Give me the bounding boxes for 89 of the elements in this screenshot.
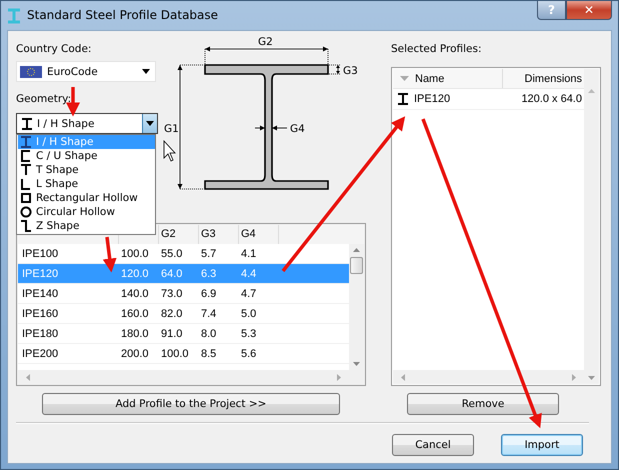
close-button[interactable]: ✕: [566, 1, 612, 20]
table-cell-text: 82.0: [160, 308, 184, 320]
window-title: Standard Steel Profile Database: [27, 8, 218, 22]
profile-name: IPE120: [414, 93, 452, 105]
table-cell-text: 100.0: [160, 348, 190, 360]
caret-icon: [146, 121, 154, 126]
table-cell-text: IPE200: [21, 348, 60, 360]
geometry-label: Geometry:: [16, 92, 72, 107]
country-code-dropdown[interactable]: EuroCode: [16, 61, 156, 82]
table-cell-text: 91.0: [160, 328, 184, 340]
vertical-scrollbar[interactable]: [584, 69, 599, 384]
table-cell-text: 100.0: [120, 248, 150, 260]
mouse-cursor-icon: [164, 140, 176, 162]
table-cell-text: 160.0: [120, 308, 150, 320]
table-cell-text: 8.0: [200, 328, 218, 340]
remove-button[interactable]: Remove: [407, 393, 559, 415]
sort-icon: [400, 76, 409, 81]
scroll-left-icon[interactable]: [401, 374, 405, 380]
tee-shape-icon: [20, 164, 32, 176]
horizontal-scrollbar[interactable]: [393, 370, 584, 384]
dimension-label: G2: [258, 36, 273, 48]
table-cell-text: 120.0: [120, 268, 150, 280]
scroll-right-icon[interactable]: [572, 374, 576, 380]
geometry-dropdown[interactable]: I / H Shape: [16, 113, 158, 134]
table-cell-text: 6.9: [200, 288, 218, 300]
web-dimension: [254, 126, 288, 130]
scroll-thumb[interactable]: [350, 257, 363, 274]
scroll-down-icon[interactable]: [588, 376, 595, 380]
dropdown-option[interactable]: Rectangular Hollow: [18, 191, 155, 205]
selected-profiles-label: Selected Profiles:: [391, 42, 482, 57]
table-cell-text: 4.7: [240, 288, 258, 300]
table-row[interactable]: IPE140 140.0 73.0 6.9 4.7: [18, 284, 349, 304]
table-cell-text: 180.0: [120, 328, 150, 340]
dimension-label: G1: [164, 123, 179, 135]
dimension-label: G4: [290, 123, 305, 135]
table-cell-text: 5.6: [240, 348, 258, 360]
ibeam-shape-icon: [20, 136, 32, 148]
dropdown-option[interactable]: L Shape: [18, 177, 155, 191]
profile-dimensions: 120.0 x 64.0: [521, 93, 583, 105]
table-cell-text: IPE180: [21, 328, 60, 340]
table-cell-text: 140.0: [120, 288, 150, 300]
annotation-arrow: [102, 236, 117, 272]
table-cell-text: 5.7: [200, 248, 218, 260]
dropdown-option[interactable]: Circular Hollow: [18, 205, 155, 219]
i-beam-icon: [21, 118, 33, 130]
table-cell-text: 5.3: [240, 328, 258, 340]
dropdown-option[interactable]: Z Shape: [18, 219, 155, 233]
country-code-label: Country Code:: [16, 42, 92, 57]
table-cell-text: 5.0: [240, 308, 258, 320]
thickness-dimension: [328, 64, 340, 74]
channel-shape-icon: [20, 150, 32, 162]
ibeam-shape-icon: [396, 93, 410, 105]
flag-icon: [20, 66, 42, 78]
table-row[interactable]: IPE200 200.0 100.0 8.5 5.6: [18, 344, 349, 364]
table-cell-text: 7.4: [200, 308, 218, 320]
table-cell-text: IPE120: [21, 268, 60, 280]
column-header[interactable]: Name: [393, 69, 503, 88]
scroll-down-icon[interactable]: [353, 362, 360, 366]
table-row[interactable]: IPE160 160.0 82.0 7.4 5.0: [18, 304, 349, 324]
column-header[interactable]: Dimensions: [503, 72, 584, 84]
table-cell-text: IPE100: [21, 248, 60, 260]
table-cell-text: 64.0: [160, 268, 184, 280]
angle-shape-icon: [20, 178, 32, 190]
caret-icon: [142, 69, 150, 74]
table-cell-text: 4.4: [240, 268, 258, 280]
scroll-left-icon[interactable]: [26, 374, 30, 380]
table-cell-text: IPE160: [21, 308, 60, 320]
table-cell-text: 55.0: [160, 248, 184, 260]
dropdown-button[interactable]: [142, 114, 157, 133]
pipe-shape-icon: [20, 206, 32, 218]
scroll-right-icon[interactable]: [337, 374, 341, 380]
zee-shape-icon: [20, 220, 32, 232]
box-shape-icon: [20, 192, 32, 204]
table-cell-text: IPE140: [21, 288, 60, 300]
dropdown-option[interactable]: T Shape: [18, 163, 155, 177]
import-button[interactable]: Import: [501, 434, 583, 456]
table-cell-text: 73.0: [160, 288, 184, 300]
dimension-label: G3: [343, 65, 358, 77]
scroll-up-icon[interactable]: [588, 89, 595, 93]
cancel-button[interactable]: Cancel: [392, 434, 474, 456]
table-row[interactable]: IPE180 180.0 91.0 8.0 5.3: [18, 324, 349, 344]
scroll-up-icon[interactable]: [353, 248, 360, 252]
beam-icon: [7, 8, 21, 24]
table-cell-text: 6.3: [200, 268, 218, 280]
table-cell-text: 8.5: [200, 348, 218, 360]
table-cell-text: 4.1: [240, 248, 258, 260]
add-profile-button[interactable]: Add Profile to the Project >>: [42, 393, 340, 415]
dropdown-option[interactable]: C / U Shape: [18, 149, 155, 163]
table-cell-text: 200.0: [120, 348, 150, 360]
